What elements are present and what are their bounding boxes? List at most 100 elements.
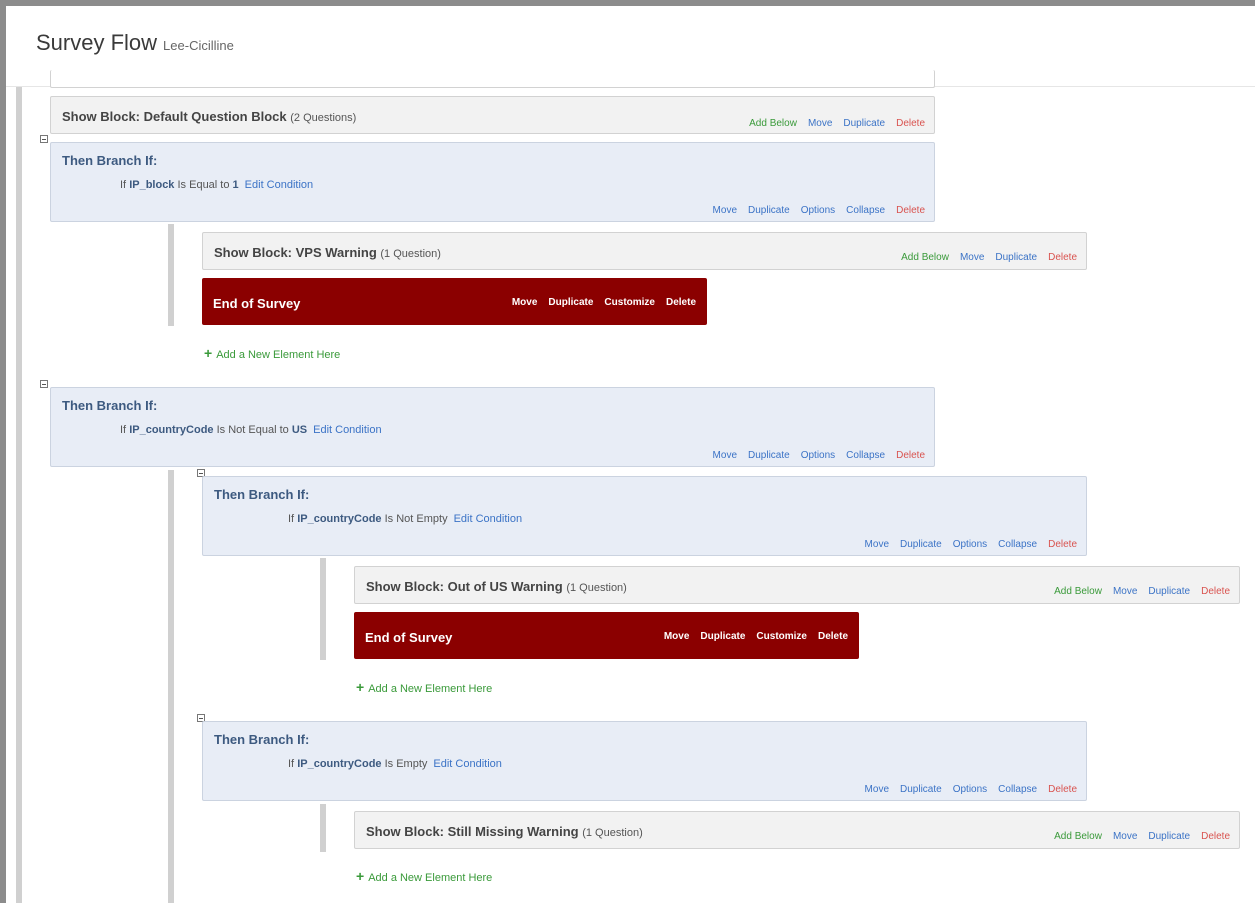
branch-title: Then Branch If: bbox=[214, 487, 310, 502]
edit-condition-link[interactable]: Edit Condition bbox=[313, 424, 382, 436]
collapse-button[interactable]: Collapse bbox=[998, 784, 1037, 795]
options-button[interactable]: Options bbox=[953, 539, 987, 550]
duplicate-button[interactable]: Duplicate bbox=[748, 205, 790, 216]
branch-actions: Move Duplicate Options Collapse Delete bbox=[702, 205, 925, 216]
end-of-survey-block[interactable]: End of Survey Move Duplicate Customize Dele… bbox=[354, 612, 859, 659]
customize-button[interactable]: Customize bbox=[756, 631, 807, 642]
previous-element[interactable] bbox=[50, 70, 935, 88]
add-element-link[interactable]: + Add a New Element Here bbox=[204, 345, 340, 361]
branch-title: Then Branch If: bbox=[62, 398, 158, 413]
flow-line-branch-1 bbox=[168, 224, 174, 326]
branch-country-not-us[interactable]: Then Branch If: If IP_countryCode Is Not… bbox=[50, 387, 935, 467]
add-element-link[interactable]: + Add a New Element Here bbox=[356, 868, 492, 884]
block-actions: Add Below Move Duplicate Delete bbox=[1043, 586, 1230, 597]
flow-line-branch-3 bbox=[320, 558, 326, 660]
branch-actions: Move Duplicate Options Collapse Delete bbox=[854, 784, 1077, 795]
block-vps-warning[interactable]: Show Block: VPS Warning (1 Question) Add… bbox=[202, 232, 1087, 270]
edit-condition-link[interactable]: Edit Condition bbox=[454, 513, 523, 525]
survey-name: Lee-Cicilline bbox=[163, 38, 234, 53]
move-button[interactable]: Move bbox=[713, 450, 737, 461]
end-of-survey-block[interactable]: End of Survey Move Duplicate Customize Dele… bbox=[202, 278, 707, 325]
move-button[interactable]: Move bbox=[664, 631, 690, 642]
delete-button[interactable]: Delete bbox=[1201, 831, 1230, 842]
end-actions: Move Duplicate Customize Delete bbox=[653, 631, 848, 642]
block-out-of-us-warning[interactable]: Show Block: Out of US Warning (1 Questio… bbox=[354, 566, 1240, 604]
move-button[interactable]: Move bbox=[960, 252, 984, 263]
delete-button[interactable]: Delete bbox=[666, 297, 696, 308]
delete-button[interactable]: Delete bbox=[818, 631, 848, 642]
block-label: Show Block: VPS Warning (1 Question) bbox=[214, 245, 441, 260]
collapse-toggle-icon[interactable] bbox=[40, 380, 48, 388]
block-label: Show Block: Default Question Block (2 Qu… bbox=[62, 109, 357, 124]
move-button[interactable]: Move bbox=[1113, 586, 1137, 597]
plus-icon: + bbox=[204, 345, 213, 361]
move-button[interactable]: Move bbox=[512, 297, 538, 308]
add-below-button[interactable]: Add Below bbox=[901, 252, 949, 263]
branch-title: Then Branch If: bbox=[214, 732, 310, 747]
flow-line-branch-2 bbox=[168, 470, 174, 903]
branch-condition: If IP_countryCode Is Not Empty Edit Condi… bbox=[288, 513, 523, 525]
block-default-question[interactable]: Show Block: Default Question Block (2 Qu… bbox=[50, 96, 935, 134]
delete-button[interactable]: Delete bbox=[1201, 586, 1230, 597]
move-button[interactable]: Move bbox=[1113, 831, 1137, 842]
delete-button[interactable]: Delete bbox=[896, 118, 925, 129]
branch-actions: Move Duplicate Options Collapse Delete bbox=[702, 450, 925, 461]
options-button[interactable]: Options bbox=[801, 450, 835, 461]
collapse-button[interactable]: Collapse bbox=[998, 539, 1037, 550]
add-below-button[interactable]: Add Below bbox=[1054, 831, 1102, 842]
branch-condition: If IP_block Is Equal to 1 Edit Condition bbox=[120, 179, 314, 191]
branch-ip-block[interactable]: Then Branch If: If IP_block Is Equal to … bbox=[50, 142, 935, 222]
duplicate-button[interactable]: Duplicate bbox=[748, 450, 790, 461]
delete-button[interactable]: Delete bbox=[1048, 252, 1077, 263]
duplicate-button[interactable]: Duplicate bbox=[995, 252, 1037, 263]
branch-country-empty[interactable]: Then Branch If: If IP_countryCode Is Emp… bbox=[202, 721, 1087, 801]
block-label: Show Block: Still Missing Warning (1 Que… bbox=[366, 824, 643, 839]
collapse-toggle-icon[interactable] bbox=[40, 135, 48, 143]
edit-condition-link[interactable]: Edit Condition bbox=[433, 758, 502, 770]
window-frame-left bbox=[0, 0, 6, 903]
options-button[interactable]: Options bbox=[953, 784, 987, 795]
block-actions: Add Below Move Duplicate Delete bbox=[890, 252, 1077, 263]
end-of-survey-label: End of Survey bbox=[365, 630, 453, 645]
add-below-button[interactable]: Add Below bbox=[1054, 586, 1102, 597]
collapse-button[interactable]: Collapse bbox=[846, 450, 885, 461]
move-button[interactable]: Move bbox=[865, 784, 889, 795]
customize-button[interactable]: Customize bbox=[604, 297, 655, 308]
duplicate-button[interactable]: Duplicate bbox=[1148, 831, 1190, 842]
flow-line-root bbox=[16, 87, 22, 903]
window-frame-top bbox=[0, 0, 1255, 6]
collapse-button[interactable]: Collapse bbox=[846, 205, 885, 216]
delete-button[interactable]: Delete bbox=[896, 450, 925, 461]
block-still-missing-warning[interactable]: Show Block: Still Missing Warning (1 Que… bbox=[354, 811, 1240, 849]
branch-title: Then Branch If: bbox=[62, 153, 158, 168]
delete-button[interactable]: Delete bbox=[1048, 539, 1077, 550]
edit-condition-link[interactable]: Edit Condition bbox=[245, 179, 314, 191]
duplicate-button[interactable]: Duplicate bbox=[900, 784, 942, 795]
page-title: Survey Flow Lee-Cicilline bbox=[36, 30, 234, 55]
add-below-button[interactable]: Add Below bbox=[749, 118, 797, 129]
delete-button[interactable]: Delete bbox=[896, 205, 925, 216]
branch-country-not-empty[interactable]: Then Branch If: If IP_countryCode Is Not… bbox=[202, 476, 1087, 556]
end-actions: Move Duplicate Customize Delete bbox=[501, 297, 696, 308]
duplicate-button[interactable]: Duplicate bbox=[843, 118, 885, 129]
branch-actions: Move Duplicate Options Collapse Delete bbox=[854, 539, 1077, 550]
block-actions: Add Below Move Duplicate Delete bbox=[738, 118, 925, 129]
block-actions: Add Below Move Duplicate Delete bbox=[1043, 831, 1230, 842]
block-label: Show Block: Out of US Warning (1 Questio… bbox=[366, 579, 627, 594]
branch-condition: If IP_countryCode Is Empty Edit Condition bbox=[288, 758, 502, 770]
add-element-link[interactable]: + Add a New Element Here bbox=[356, 679, 492, 695]
duplicate-button[interactable]: Duplicate bbox=[900, 539, 942, 550]
options-button[interactable]: Options bbox=[801, 205, 835, 216]
end-of-survey-label: End of Survey bbox=[213, 296, 301, 311]
flow-line-branch-4 bbox=[320, 804, 326, 852]
move-button[interactable]: Move bbox=[865, 539, 889, 550]
plus-icon: + bbox=[356, 868, 365, 884]
duplicate-button[interactable]: Duplicate bbox=[548, 297, 593, 308]
duplicate-button[interactable]: Duplicate bbox=[1148, 586, 1190, 597]
move-button[interactable]: Move bbox=[808, 118, 832, 129]
plus-icon: + bbox=[356, 679, 365, 695]
branch-condition: If IP_countryCode Is Not Equal to US Edit… bbox=[120, 424, 382, 436]
delete-button[interactable]: Delete bbox=[1048, 784, 1077, 795]
move-button[interactable]: Move bbox=[713, 205, 737, 216]
duplicate-button[interactable]: Duplicate bbox=[700, 631, 745, 642]
